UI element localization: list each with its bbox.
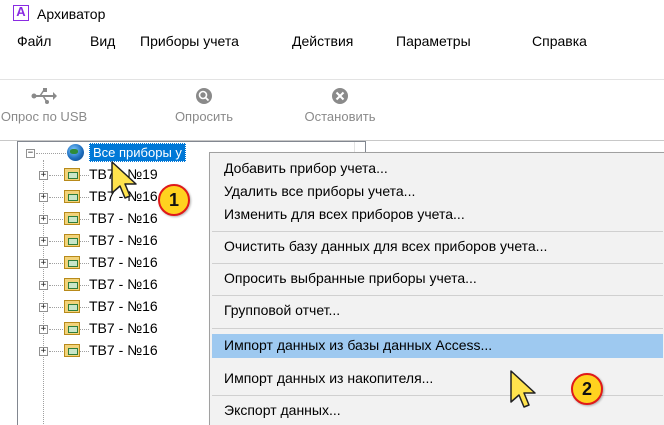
window-title: Архиватор [37,6,106,22]
menu-separator [212,295,663,296]
app-icon-letter: A [16,4,26,19]
cursor-arrow-icon [111,161,137,199]
step-2-badge: 2 [571,373,603,405]
tree-node-label: ТВ7 - №16 [89,232,158,248]
expand-icon[interactable]: + [39,347,48,356]
meter-folder-icon [64,212,80,225]
tree-node-label: ТВ7 - №16 [89,320,158,336]
stop-icon [332,88,348,104]
expand-icon[interactable]: + [39,237,48,246]
step-1-badge: 1 [158,184,190,216]
expand-icon[interactable]: + [39,259,48,268]
archiver-app-icon: A [13,4,29,21]
menu-item-label: Экспорт данных... [224,402,341,418]
expand-icon[interactable]: + [39,215,48,224]
meter-folder-icon [64,300,80,313]
expand-icon[interactable]: + [39,193,48,202]
meter-folder-icon [64,168,80,181]
menu-item-label: Удалить все приборы учета... [224,183,416,199]
tree-node-label: ТВ7 - №16 [89,298,158,314]
menu-item-label: Импорт данных из базы данных Access... [224,337,493,353]
menu-item-label: Импорт данных из накопителя... [224,370,434,386]
menu-item-poll-selected[interactable]: Опросить выбранные приборы учета... [212,267,663,291]
menu-parameters[interactable]: Параметры [396,33,471,49]
poll-icon [196,88,212,104]
menu-file[interactable]: Файл [17,33,51,49]
stop-label: Остановить [304,109,376,124]
meter-folder-icon [64,322,80,335]
meter-folder-icon [64,278,80,291]
menu-item-group-report[interactable]: Групповой отчет... [212,299,663,323]
menu-item-delete-all[interactable]: Удалить все приборы учета... [212,180,663,204]
expand-icon[interactable]: + [39,325,48,334]
menu-item-add-meter[interactable]: Добавить прибор учета... [212,157,663,181]
collapse-icon[interactable]: − [26,149,35,158]
menu-item-label: Добавить прибор учета... [224,160,388,176]
menu-item-label: Групповой отчет... [224,302,341,318]
expand-icon[interactable]: + [39,171,48,180]
menu-separator [212,263,663,264]
usb-poll-button[interactable]: Опрос по USB [0,86,88,124]
menu-item-label: Опросить выбранные приборы учета... [224,270,477,286]
tree-node-label: ТВ7 - №16 [89,276,158,292]
meter-folder-icon [64,344,80,357]
tree-connector [36,153,66,154]
poll-button[interactable]: Опросить [168,86,240,124]
meter-folder-icon [64,190,80,203]
poll-label: Опросить [174,109,234,124]
menu-help[interactable]: Справка [532,33,587,49]
menu-item-edit-all[interactable]: Изменить для всех приборов учета... [212,203,663,227]
menu-bar: Файл Вид Приборы учета Действия Параметр… [0,30,664,54]
toolbar: Опрос по USB Опросить Остановить [0,79,664,136]
meter-folder-icon [64,234,80,247]
usb-poll-label: Опрос по USB [0,109,88,124]
menu-item-import-access[interactable]: Импорт данных из базы данных Access... [212,334,663,358]
expand-icon[interactable]: + [39,281,48,290]
tree-node-label: ТВ7 - №16 [89,210,158,226]
title-bar: A Архиватор [0,0,664,30]
menu-item-label: Изменить для всех приборов учета... [224,206,465,222]
usb-icon [31,88,57,104]
stop-button[interactable]: Остановить [296,86,384,124]
menu-item-label: Очистить базу данных для всех приборов у… [224,238,548,254]
expand-icon[interactable]: + [39,303,48,312]
cursor-arrow-icon [510,370,536,408]
tree-node-label: ТВ7 - №16 [89,342,158,358]
archiver-window: A Архиватор Файл Вид Приборы учета Дейст… [0,0,664,425]
menu-view[interactable]: Вид [90,33,115,49]
menu-actions[interactable]: Действия [292,33,353,49]
menu-separator [212,231,663,232]
menu-item-clear-db[interactable]: Очистить базу данных для всех приборов у… [212,235,663,259]
menu-separator [212,328,663,329]
tree-node-label: ТВ7 - №16 [89,254,158,270]
meter-folder-icon [64,256,80,269]
menu-meters[interactable]: Приборы учета [140,33,239,49]
globe-icon [67,144,84,161]
